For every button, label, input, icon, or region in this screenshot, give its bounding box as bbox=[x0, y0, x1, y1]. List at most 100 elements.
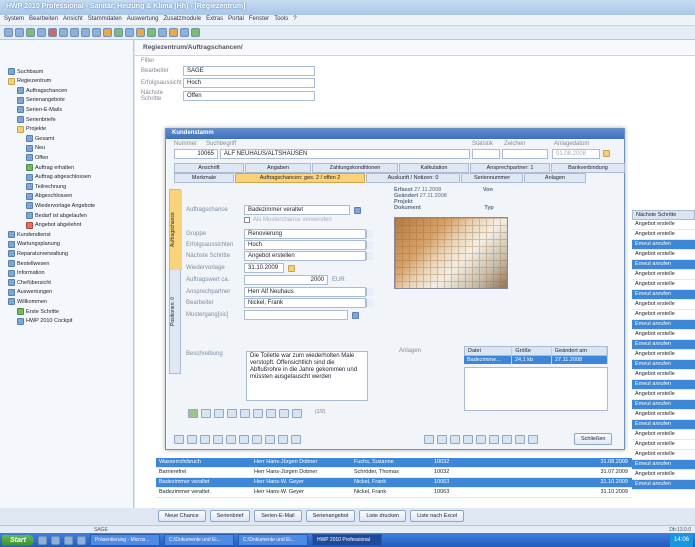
next-icon[interactable] bbox=[515, 435, 525, 444]
tree-item[interactable]: Bedarf ist abgelaufen bbox=[26, 212, 87, 219]
calendar-icon[interactable] bbox=[288, 264, 295, 272]
tab-second-3[interactable]: Seriennummer bbox=[461, 173, 523, 183]
settings-icon[interactable] bbox=[265, 435, 275, 444]
add-icon[interactable] bbox=[201, 409, 211, 418]
tree-item[interactable]: HWP 2010 Cockpit bbox=[17, 317, 72, 325]
tree-item[interactable]: Auftrag abgeschlossen bbox=[26, 173, 91, 181]
filter-field[interactable]: Offen bbox=[183, 91, 315, 101]
list-item[interactable]: Angebot erstelle bbox=[632, 270, 695, 280]
edit-icon[interactable] bbox=[188, 409, 198, 418]
list-item[interactable]: Angebot erstelle bbox=[632, 390, 695, 400]
field-value[interactable]: Hoch bbox=[244, 240, 366, 250]
tree-item[interactable]: Serienangebote bbox=[17, 96, 65, 104]
list-item[interactable]: Angebot erstelle bbox=[632, 300, 695, 310]
table-row[interactable]: Barrierefrei Herr Hans-Jürgen Dobner Schrö… bbox=[156, 468, 632, 478]
quicklaunch-icon[interactable] bbox=[50, 535, 60, 545]
print-icon[interactable] bbox=[114, 28, 123, 37]
tree-item[interactable]: Erste Schritte bbox=[17, 308, 59, 315]
star-icon[interactable] bbox=[278, 435, 288, 444]
next-icon[interactable] bbox=[81, 28, 90, 37]
copy-icon[interactable] bbox=[213, 435, 223, 444]
next-record-icon[interactable] bbox=[279, 409, 289, 418]
field-value[interactable]: Angebot erstellen bbox=[244, 251, 366, 261]
list-item[interactable]: Angebot erstelle bbox=[632, 430, 695, 440]
print-icon[interactable] bbox=[187, 435, 197, 444]
tree-item[interactable]: Regiezentrum bbox=[8, 77, 51, 85]
tree-item[interactable]: Projekte bbox=[17, 125, 46, 133]
taskbar-item[interactable]: C:\Dokumente und Ei... bbox=[237, 534, 308, 546]
forward-icon[interactable] bbox=[15, 28, 24, 37]
list-item[interactable]: Emeut anrufen bbox=[632, 320, 695, 330]
attach-icon[interactable] bbox=[200, 435, 210, 444]
tree-item[interactable]: Chefübersicht bbox=[8, 279, 51, 287]
field-value[interactable]: Nickel, Frank bbox=[244, 298, 366, 308]
refresh-icon[interactable] bbox=[147, 28, 156, 37]
calendar-icon[interactable] bbox=[169, 28, 178, 37]
chevron-down-icon[interactable] bbox=[366, 299, 373, 307]
menu-item-8[interactable]: Fenster bbox=[249, 16, 269, 24]
menu-item-5[interactable]: Zusatzmodule bbox=[163, 16, 201, 24]
tree-item[interactable]: Wartungsplanung bbox=[8, 240, 60, 248]
tab-4[interactable]: Ansprechpartner: 1 bbox=[470, 163, 550, 173]
tree-item[interactable]: Auswertungen bbox=[8, 288, 52, 296]
menu-item-2[interactable]: Ansicht bbox=[63, 16, 83, 24]
close-button[interactable]: Schließen bbox=[574, 433, 613, 445]
tab-2[interactable]: Zahlungskonditionen bbox=[312, 163, 398, 173]
folder-icon[interactable] bbox=[136, 28, 145, 37]
suchbegriff-field[interactable]: ALF NEUHAUS/ALTSHAUSEN bbox=[220, 149, 470, 159]
button-2[interactable]: Serien-E-Mail bbox=[254, 510, 302, 522]
list-item[interactable]: Emeut anrufen bbox=[632, 400, 695, 410]
calendar-icon[interactable] bbox=[603, 150, 610, 157]
list-item[interactable]: Emeut anrufen bbox=[632, 340, 695, 350]
list-item[interactable]: Angebot erstelle bbox=[632, 310, 695, 320]
search-icon[interactable] bbox=[103, 28, 112, 37]
tab-1[interactable]: Angaben bbox=[245, 163, 311, 173]
last-record-icon[interactable] bbox=[292, 409, 302, 418]
save-icon[interactable] bbox=[37, 28, 46, 37]
menu-item-0[interactable]: System bbox=[4, 16, 24, 24]
tree-item[interactable]: Angebot abgelehnt bbox=[26, 221, 81, 229]
beschreibung-field[interactable]: Die Toilette war zum wiederholten Male v… bbox=[246, 351, 368, 401]
taskbar-item[interactable]: Präsentierung - Micros... bbox=[89, 534, 160, 546]
tree-item[interactable]: Serienbriefe bbox=[17, 116, 56, 123]
previous-icon[interactable] bbox=[70, 28, 79, 37]
button-5[interactable]: Liste nach Excel bbox=[410, 510, 465, 522]
statistik-field[interactable] bbox=[472, 149, 500, 159]
field-value[interactable]: Renovierung bbox=[244, 229, 366, 239]
table-row[interactable]: Badezimmer veraltet Herr Hans-W. Geyer Nic… bbox=[156, 478, 632, 488]
next-steps-header[interactable]: Nächste Schritte bbox=[632, 210, 695, 220]
tab-second-0[interactable]: Merkmale bbox=[174, 173, 234, 183]
tab-3[interactable]: Kalkulation bbox=[399, 163, 469, 173]
anlagedatum-field[interactable]: 01.08.2008 bbox=[552, 149, 600, 159]
add-icon[interactable] bbox=[424, 435, 434, 444]
tree-item[interactable]: Neu bbox=[26, 144, 45, 152]
table-row[interactable]: Badezimmer veraltet Herr Hans-W. Geyer Nic… bbox=[156, 488, 632, 498]
new-icon[interactable] bbox=[26, 28, 35, 37]
table-row[interactable]: Wasserrohrbruch Herr Hans-Jürgen Dobner Fu… bbox=[156, 458, 632, 468]
chevron-down-icon[interactable] bbox=[366, 230, 373, 238]
tab-second-1[interactable]: Auftragschancen: ges. 2 / offen 2 bbox=[235, 173, 365, 183]
tab-5[interactable]: Bankverbindung bbox=[551, 163, 625, 173]
search-icon[interactable] bbox=[252, 435, 262, 444]
tree-item[interactable]: Willkommen bbox=[8, 298, 47, 306]
field-value[interactable]: 31.10.2009 bbox=[244, 263, 284, 273]
prev-icon[interactable] bbox=[502, 435, 512, 444]
field-value[interactable] bbox=[244, 310, 348, 320]
tree-item[interactable]: Gesamt bbox=[26, 135, 54, 143]
list-item[interactable]: Emeut anrufen bbox=[632, 380, 695, 390]
list-item[interactable]: Emeut anrufen bbox=[632, 360, 695, 370]
confirm-icon[interactable] bbox=[227, 409, 237, 418]
menu-item-4[interactable]: Auswertung bbox=[127, 16, 159, 24]
tree-item[interactable]: Auftragschancen bbox=[17, 87, 67, 95]
last-icon[interactable] bbox=[92, 28, 101, 37]
list-item[interactable]: Angebot erstelle bbox=[632, 280, 695, 290]
start-button[interactable]: Start bbox=[2, 534, 34, 546]
field-value[interactable]: Badezimmer veraltet bbox=[244, 205, 350, 215]
tab-0[interactable]: Anschrift bbox=[174, 163, 244, 173]
list-item[interactable]: Angebot erstelle bbox=[632, 470, 695, 480]
button-0[interactable]: Neue Chance bbox=[158, 510, 206, 522]
quicklaunch-icon[interactable] bbox=[63, 535, 73, 545]
tree-item[interactable]: Abgeschlossen bbox=[26, 192, 72, 200]
home-icon[interactable] bbox=[174, 435, 184, 444]
taskbar-item[interactable]: HWP 2010 Professional bbox=[311, 534, 382, 546]
